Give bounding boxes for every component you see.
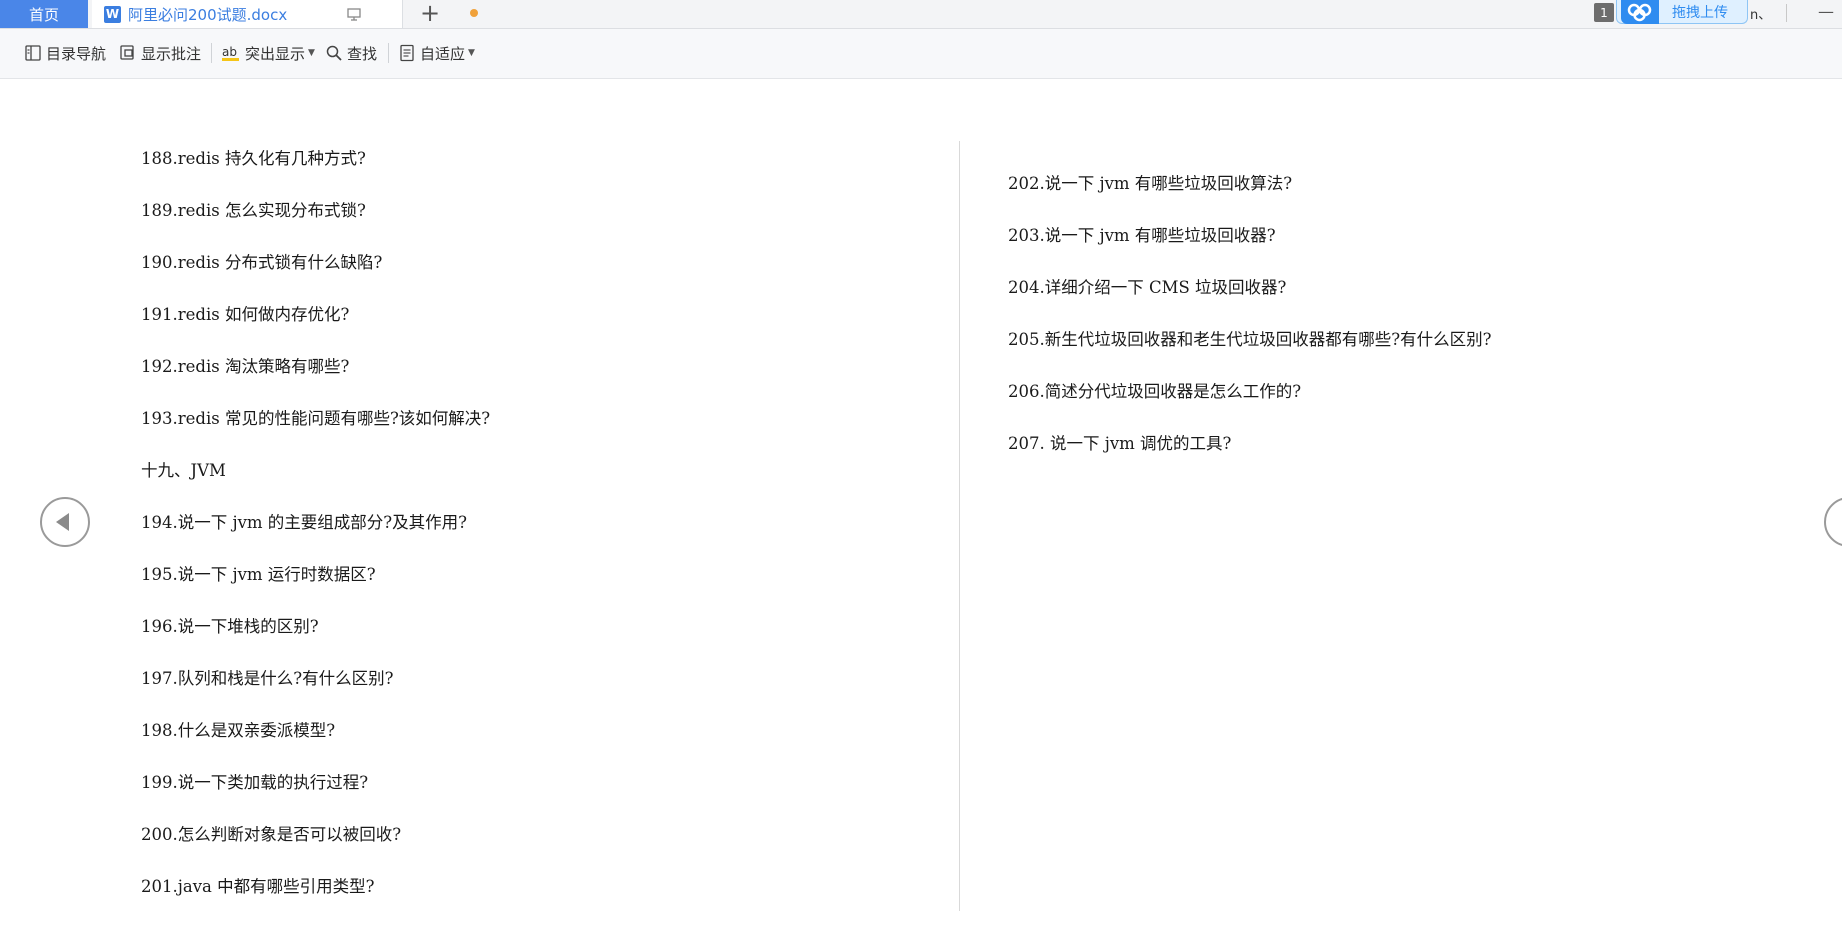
- previous-page-button[interactable]: [40, 497, 90, 547]
- question-line: 207. 说一下 jvm 调优的工具?: [1008, 434, 1232, 453]
- tab-home[interactable]: 首页: [0, 0, 88, 28]
- question-line: 189.redis 怎么实现分布式锁?: [141, 201, 366, 220]
- show-comments-label: 显示批注: [141, 44, 202, 63]
- chevron-down-icon: ▼: [468, 48, 475, 58]
- question-line: 193.redis 常见的性能问题有哪些?该如何解决?: [141, 409, 491, 428]
- tab-home-label: 首页: [28, 5, 59, 24]
- toolbar-divider: [211, 43, 212, 63]
- toc-nav-icon: [25, 45, 41, 61]
- truncated-menu-text[interactable]: n、: [1750, 4, 1771, 23]
- question-line: 202.说一下 jvm 有哪些垃圾回收算法?: [1008, 174, 1293, 193]
- svg-text:ab: ab: [222, 45, 237, 59]
- question-line: 196.说一下堆栈的区别?: [141, 617, 319, 636]
- reading-toolbar: 目录导航 显示批注 ab 突出显示 ▼ 查找 自适应 ▼: [0, 29, 1842, 79]
- tab-bar: 首页 W 阿里必问200试题.docx + 1 拖拽上传 n、 —: [0, 0, 1842, 29]
- fit-page-icon: [400, 44, 414, 62]
- unsaved-indicator-dot: [470, 9, 478, 17]
- tab-document-title: 阿里必问200试题.docx: [128, 5, 288, 24]
- question-line: 203.说一下 jvm 有哪些垃圾回收器?: [1008, 226, 1276, 245]
- toc-nav-button[interactable]: 目录导航: [24, 41, 106, 65]
- window-controls-divider: [1786, 4, 1787, 22]
- question-line: 192.redis 淘汰策略有哪些?: [141, 357, 350, 376]
- question-line: 191.redis 如何做内存优化?: [141, 305, 350, 324]
- search-icon: [326, 45, 342, 61]
- question-line: 204.详细介绍一下 CMS 垃圾回收器?: [1008, 278, 1287, 297]
- word-document-icon: W: [104, 5, 121, 23]
- question-line: 201.java 中都有哪些引用类型?: [141, 877, 375, 896]
- question-line: 194.说一下 jvm 的主要组成部分?及其作用?: [141, 513, 468, 532]
- fit-page-label: 自适应: [420, 44, 466, 63]
- question-line: 188.redis 持久化有几种方式?: [141, 149, 366, 168]
- comments-icon: [120, 45, 134, 60]
- monitor-icon[interactable]: [346, 6, 362, 22]
- tab-document[interactable]: W 阿里必问200试题.docx: [92, 0, 478, 28]
- show-comments-button[interactable]: 显示批注: [119, 41, 201, 65]
- page-divider: [959, 141, 960, 911]
- highlight-label: 突出显示: [245, 44, 306, 63]
- toolbar-divider: [388, 43, 389, 63]
- question-line: 190.redis 分布式锁有什么缺陷?: [141, 253, 383, 272]
- cloud-upload-icon: [1621, 0, 1659, 24]
- drag-upload-button[interactable]: 拖拽上传: [1616, 0, 1748, 24]
- question-line: 205.新生代垃圾回收器和老生代垃圾回收器都有哪些?有什么区别?: [1008, 330, 1492, 349]
- question-line: 195.说一下 jvm 运行时数据区?: [141, 565, 376, 584]
- toc-nav-label: 目录导航: [46, 44, 107, 63]
- question-line: 199.说一下类加载的执行过程?: [141, 773, 369, 792]
- document-view[interactable]: 188.redis 持久化有几种方式? 189.redis 怎么实现分布式锁? …: [0, 79, 1842, 951]
- question-line: 197.队列和栈是什么?有什么区别?: [141, 669, 394, 688]
- drag-upload-label: 拖拽上传: [1672, 5, 1728, 21]
- new-tab-button[interactable]: +: [418, 1, 442, 26]
- question-line: 200.怎么判断对象是否可以被回收?: [141, 825, 402, 844]
- question-line: 198.什么是双亲委派模型?: [141, 721, 336, 740]
- find-button[interactable]: 查找: [325, 41, 377, 65]
- fit-page-button[interactable]: 自适应 ▼: [398, 41, 475, 65]
- page-badge: 1: [1594, 3, 1614, 22]
- find-label: 查找: [347, 44, 378, 63]
- minimize-button[interactable]: —: [1818, 2, 1834, 21]
- next-page-button[interactable]: [1824, 497, 1842, 547]
- question-line: 206.简述分代垃圾回收器是怎么工作的?: [1008, 382, 1302, 401]
- arrow-left-icon: [56, 513, 69, 531]
- chevron-down-icon: ▼: [308, 48, 315, 58]
- highlight-button[interactable]: ab 突出显示 ▼: [221, 41, 315, 65]
- highlight-icon: ab: [222, 45, 239, 61]
- section-heading: 十九、JVM: [141, 461, 226, 480]
